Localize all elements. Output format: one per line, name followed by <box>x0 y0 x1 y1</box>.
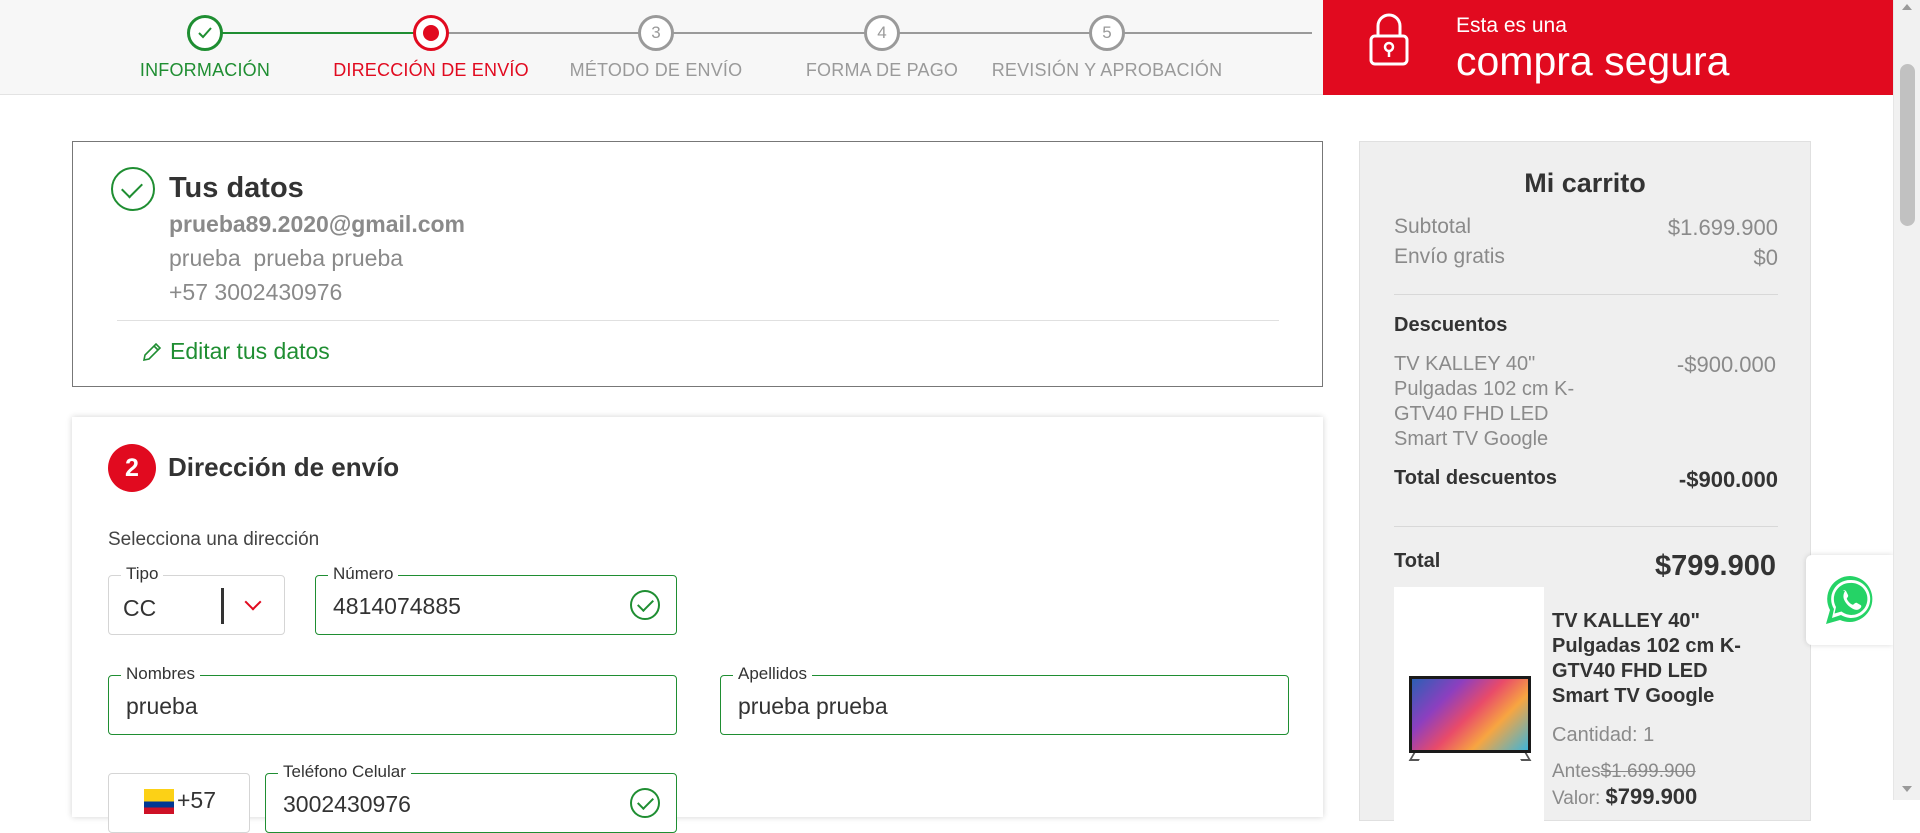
subtotal-value: $1.699.900 <box>1667 215 1778 240</box>
user-full-name: prueba prueba prueba <box>169 245 404 271</box>
shipping-label: Envío gratis <box>1394 245 1505 268</box>
step-number: 3 <box>638 15 674 51</box>
whatsapp-button[interactable] <box>1806 555 1893 645</box>
pencil-icon <box>142 342 162 361</box>
checkout-steps: INFORMACIÓN DIRECCIÓN DE ENVÍO 3 MÉTODO … <box>0 0 1323 95</box>
edit-data-label: Editar tus datos <box>170 338 330 364</box>
direccion-title: Dirección de envío <box>168 452 400 482</box>
discount-item-name: TV KALLEY 40" Pulgadas 102 cm K-GTV40 FH… <box>1394 353 1575 450</box>
valid-check-icon <box>630 590 660 620</box>
shipping-value: $0 <box>1753 245 1778 270</box>
secure-purchase-banner: Esta es una compra segura <box>1323 0 1893 95</box>
total-discounts-row: Total descuentos -$900.000 <box>1394 467 1778 493</box>
telefono-label: Teléfono Celular <box>278 762 411 782</box>
tv-image <box>1409 676 1531 753</box>
user-phone: +57 3002430976 <box>169 279 343 305</box>
secure-small-text: Esta es una <box>1456 14 1567 37</box>
tipo-value: CC <box>123 595 157 621</box>
check-circle-icon <box>111 167 155 211</box>
padlock-icon <box>1369 13 1409 66</box>
valid-check-icon <box>630 788 660 818</box>
total-label: Total <box>1394 550 1441 572</box>
direccion-envio-card: 2 Dirección de envío Selecciona una dire… <box>72 417 1323 833</box>
numero-field[interactable]: Número 4814074885 <box>315 564 677 635</box>
whatsapp-icon <box>1826 576 1873 624</box>
before-value: $1.699.900 <box>1600 761 1696 782</box>
product-price: Valor: $799.900 <box>1552 784 1697 810</box>
cart-summary: Mi carrito Subtotal $1.699.900 Envío gra… <box>1359 141 1811 827</box>
secure-big-text: compra segura <box>1456 38 1730 84</box>
direccion-subtitle: Selecciona una dirección <box>108 529 320 550</box>
nombres-value: prueba <box>126 693 198 719</box>
numero-value: 4814074885 <box>333 593 461 619</box>
step-revision-aprobacion[interactable]: 5 REVISIÓN Y APROBACIÓN <box>957 15 1257 81</box>
before-label: Antes <box>1552 761 1601 782</box>
country-code-select[interactable]: +57 <box>108 773 250 833</box>
product-image <box>1394 587 1544 827</box>
tipo-select[interactable]: Tipo CC <box>108 564 285 635</box>
tv-stand <box>1409 753 1531 759</box>
value-amount: $799.900 <box>1605 784 1698 809</box>
product-quantity: Cantidad: 1 <box>1552 724 1655 746</box>
select-divider <box>221 588 224 624</box>
divider <box>1394 294 1778 295</box>
step-label: REVISIÓN Y APROBACIÓN <box>991 60 1223 80</box>
divider <box>1394 526 1778 527</box>
user-email: prueba89.2020@gmail.com <box>169 211 466 237</box>
total-value: $799.900 <box>1655 550 1776 582</box>
value-label: Valor: <box>1552 788 1601 809</box>
cart-title: Mi carrito <box>1524 168 1646 198</box>
scrollbar-thumb[interactable] <box>1900 64 1915 226</box>
total-discounts-label: Total descuentos <box>1394 467 1557 489</box>
numero-label: Número <box>328 564 399 584</box>
shipping-row: Envío gratis $0 <box>1394 245 1778 271</box>
scroll-down-icon[interactable] <box>1902 786 1912 792</box>
chevron-down-icon <box>244 593 262 611</box>
country-code-value: +57 <box>177 787 217 813</box>
subtotal-row: Subtotal $1.699.900 <box>1394 215 1778 241</box>
total-discounts-value: -$900.000 <box>1678 467 1778 492</box>
divider <box>117 320 1279 321</box>
check-icon <box>187 15 223 51</box>
discounts-label: Descuentos <box>1394 314 1508 336</box>
edit-data-link[interactable]: Editar tus datos <box>141 338 330 365</box>
scroll-up-icon[interactable] <box>1902 4 1912 10</box>
apellidos-label: Apellidos <box>733 664 812 684</box>
telefono-field[interactable]: Teléfono Celular 3002430976 <box>265 762 677 833</box>
step-number: 4 <box>864 15 900 51</box>
subtotal-label: Subtotal <box>1394 215 1472 238</box>
apellidos-field[interactable]: Apellidos prueba prueba <box>720 664 1289 735</box>
discount-item-value: -$900.000 <box>1676 352 1776 377</box>
step-number: 5 <box>1089 15 1125 51</box>
current-step-icon <box>413 15 449 51</box>
product-before-price: Antes$1.699.900 <box>1552 761 1696 783</box>
tus-datos-card: Tus datos prueba89.2020@gmail.com prueba… <box>72 141 1323 387</box>
checkout-header: INFORMACIÓN DIRECCIÓN DE ENVÍO 3 MÉTODO … <box>0 0 1920 95</box>
nombres-field[interactable]: Nombres prueba <box>108 664 677 735</box>
telefono-value: 3002430976 <box>283 791 411 817</box>
nombres-label: Nombres <box>121 664 200 684</box>
page-scrollbar[interactable] <box>1893 0 1920 800</box>
step-number-badge: 2 <box>108 444 156 492</box>
tus-datos-title: Tus datos <box>169 172 304 204</box>
tipo-label: Tipo <box>121 564 164 584</box>
apellidos-value: prueba prueba <box>738 693 888 719</box>
colombia-flag-icon <box>144 789 174 814</box>
product-name: TV KALLEY 40" Pulgadas 102 cm K-GTV40 FH… <box>1552 610 1741 707</box>
